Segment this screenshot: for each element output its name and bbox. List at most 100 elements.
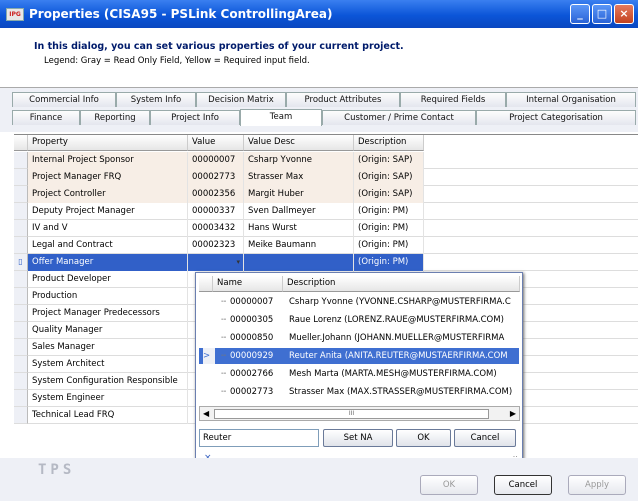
property-cell: Project Controller <box>28 186 188 203</box>
column-header-value[interactable]: Value <box>188 135 244 151</box>
tab-reporting[interactable]: Reporting <box>80 110 150 125</box>
tab-system-info[interactable]: System Info <box>116 92 196 107</box>
value-desc-cell: Csharp Yvonne <box>244 152 354 169</box>
table-row[interactable]: Offer Manager ▾ (Origin: PM) <box>28 254 638 271</box>
list-item[interactable]: ╌ 00002773 Strasser Max (MAX.STRASSER@MUST… <box>199 384 519 400</box>
row-indicator[interactable] <box>14 186 28 203</box>
property-cell: Product Developer <box>28 271 188 288</box>
row-indicator[interactable] <box>14 220 28 237</box>
row-indicator[interactable] <box>14 271 28 288</box>
apply-button[interactable]: Apply <box>568 475 626 495</box>
tab-project-categorisation[interactable]: Project Categorisation <box>476 110 636 125</box>
dialog-header: In this dialog, you can set various prop… <box>0 28 638 88</box>
value-cell[interactable]: 00002356 <box>188 186 244 203</box>
set-na-button[interactable]: Set NA <box>323 429 393 447</box>
column-header-value-desc[interactable]: Value Desc <box>244 135 354 151</box>
row-indicator-header <box>14 135 28 151</box>
property-cell: IV and V <box>28 220 188 237</box>
row-indicator[interactable] <box>14 305 28 322</box>
tab-product-attributes[interactable]: Product Attributes <box>286 92 400 107</box>
row-indicator[interactable] <box>14 169 28 186</box>
row-indicator[interactable] <box>14 339 28 356</box>
popup-search-input[interactable]: Reuter <box>199 429 319 447</box>
row-indicator[interactable] <box>14 356 28 373</box>
row-indicator[interactable] <box>14 373 28 390</box>
popup-ok-button[interactable]: OK <box>396 429 451 447</box>
employee-description: Mueller.Johann (JOHANN.MUELLER@MUSTERFIR… <box>289 333 505 343</box>
dialog-footer: TPS OK Cancel Apply <box>0 458 638 501</box>
row-indicator[interactable] <box>14 407 28 424</box>
row-indicator[interactable] <box>14 288 28 305</box>
tree-connector-icon: ╌ <box>221 315 227 325</box>
property-cell: Project Manager Predecessors <box>28 305 188 322</box>
scroll-thumb[interactable]: III <box>214 409 489 419</box>
popup-cancel-button[interactable]: Cancel <box>454 429 516 447</box>
row-indicator[interactable] <box>14 237 28 254</box>
value-cell[interactable]: 00003432 <box>188 220 244 237</box>
row-indicator[interactable] <box>14 390 28 407</box>
tab-finance[interactable]: Finance <box>12 110 80 125</box>
list-item[interactable]: ╌ 00000305 Raue Lorenz (LORENZ.RAUE@MUSTER… <box>199 312 519 328</box>
value-cell[interactable]: 00002773 <box>188 169 244 186</box>
list-item[interactable]: ╌ 00000007 Csharp Yvonne (YVONNE.CSHARP@MU… <box>199 294 519 310</box>
tab-team[interactable]: Team <box>240 109 322 126</box>
chevron-down-icon[interactable]: ▾ <box>236 254 240 270</box>
window-title: Properties (CISA95 - PSLink ControllingA… <box>29 7 333 21</box>
column-header-property[interactable]: Property <box>28 135 188 151</box>
minimize-button[interactable]: _ <box>570 4 590 24</box>
row-indicator[interactable] <box>14 322 28 339</box>
property-cell: Quality Manager <box>28 322 188 339</box>
row-indicator[interactable] <box>14 203 28 220</box>
tab-project-info[interactable]: Project Info <box>150 110 240 125</box>
scroll-right-icon[interactable]: ▶ <box>510 407 516 421</box>
popup-horizontal-scrollbar[interactable]: ◀ III ▶ <box>199 406 520 421</box>
intro-text: In this dialog, you can set various prop… <box>34 41 404 52</box>
tab-customer-prime-contact[interactable]: Customer / Prime Contact <box>322 110 476 125</box>
tree-connector-icon: ╌ <box>221 351 227 361</box>
row-indicator[interactable] <box>14 152 28 169</box>
row-indicator[interactable]: ▯ <box>14 254 28 271</box>
description-cell: (Origin: PM) <box>354 254 424 271</box>
table-row[interactable]: Deputy Project Manager 00000337 Sven Dallm… <box>28 203 638 220</box>
legend-text: Legend: Gray = Read Only Field, Yellow =… <box>44 56 310 66</box>
table-row[interactable]: Project Controller 00002356 Margit Huber (O… <box>28 186 638 203</box>
maximize-button[interactable]: □ <box>592 4 612 24</box>
table-row[interactable]: Internal Project Sponsor 00000007 Csharp Y… <box>28 152 638 169</box>
value-cell[interactable]: 00002323 <box>188 237 244 254</box>
list-item[interactable]: ╌ 00000850 Mueller.Johann (JOHANN.MUELLER@… <box>199 330 519 346</box>
ok-button[interactable]: OK <box>420 475 478 495</box>
tab-decision-matrix[interactable]: Decision Matrix <box>196 92 286 107</box>
tab-area: Commercial Info System Info Decision Mat… <box>0 88 638 132</box>
employee-description: Mesh Marta (MARTA.MESH@MUSTERFIRMA.COM) <box>289 369 497 379</box>
employee-id: 00002773 <box>230 387 274 397</box>
cancel-button[interactable]: Cancel <box>494 475 552 495</box>
list-item[interactable]: > ╌ 00000929 Reuter Anita (ANITA.REUTER@MUS… <box>199 348 519 364</box>
value-desc-cell: Hans Wurst <box>244 220 354 237</box>
table-row[interactable]: Project Manager FRQ 00002773 Strasser Max(… <box>28 169 638 186</box>
offer-manager-dropdown: Name Description ╌ 00000007 Csharp Yvonne … <box>195 272 523 467</box>
value-desc-cell <box>244 254 354 271</box>
tab-required-fields[interactable]: Required Fields <box>400 92 506 107</box>
table-row[interactable]: Legal and Contract 00002323 Meike Baumann(… <box>28 237 638 254</box>
popup-column-header-name[interactable]: Name <box>213 276 283 292</box>
table-row[interactable]: IV and V 00003432 Hans Wurst (Origin: PM) <box>28 220 638 237</box>
value-cell[interactable]: 00000007 <box>188 152 244 169</box>
list-item[interactable]: ╌ 00002766 Mesh Marta (MARTA.MESH@MUSTERFI… <box>199 366 519 382</box>
popup-row-indicator-header <box>199 276 213 292</box>
description-cell: (Origin: PM) <box>354 203 424 220</box>
column-header-description[interactable]: Description <box>354 135 424 151</box>
employee-description: Csharp Yvonne (YVONNE.CSHARP@MUSTERFIRMA… <box>289 297 511 307</box>
value-cell[interactable]: ▾ <box>188 254 244 271</box>
tab-commercial-info[interactable]: Commercial Info <box>12 92 116 107</box>
tab-internal-organisation[interactable]: Internal Organisation <box>506 92 636 107</box>
value-desc-cell: Strasser Max <box>244 169 354 186</box>
close-button[interactable]: × <box>614 4 634 24</box>
value-cell[interactable]: 00000337 <box>188 203 244 220</box>
scroll-left-icon[interactable]: ◀ <box>203 407 209 421</box>
popup-column-header-description[interactable]: Description <box>283 276 520 292</box>
description-cell: (Origin: PM) <box>354 237 424 254</box>
property-cell: Internal Project Sponsor <box>28 152 188 169</box>
value-desc-cell: Sven Dallmeyer <box>244 203 354 220</box>
employee-description: Strasser Max (MAX.STRASSER@MUSTERFIRMA.C… <box>289 387 513 397</box>
employee-id: 00000850 <box>230 333 274 343</box>
